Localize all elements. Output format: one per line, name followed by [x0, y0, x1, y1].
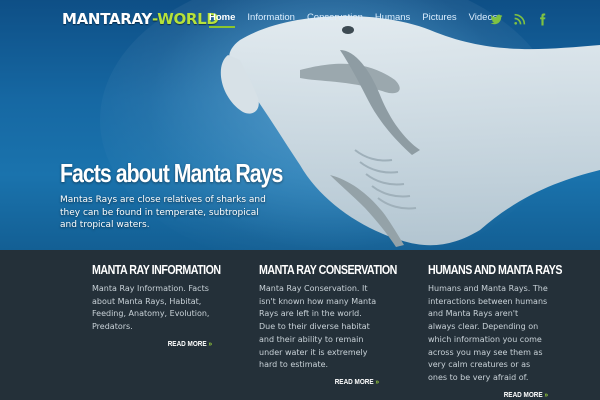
nav-item-humans[interactable]: Humans [375, 12, 410, 28]
read-more-link[interactable]: READ MORE » [277, 377, 379, 386]
hero-description: Mantas Rays are close relatives of shark… [60, 195, 266, 230]
column-heading: MANTA RAY CONSERVATION [259, 262, 397, 277]
social-links [490, 11, 549, 26]
main-nav: Home Information Conservation Humans Pic… [209, 12, 498, 28]
site-logo[interactable]: MANTARAY -WORLD [62, 9, 219, 29]
nav-item-pictures[interactable]: Pictures [422, 12, 456, 28]
nav-item-conservation[interactable]: Conservation [307, 12, 363, 28]
rss-icon[interactable] [513, 11, 526, 25]
double-chevron-icon: » [544, 389, 548, 399]
read-more-link[interactable]: READ MORE » [110, 339, 212, 348]
column-heading: MANTA RAY INFORMATION [92, 262, 221, 277]
read-more-link[interactable]: READ MORE » [446, 390, 548, 399]
read-more-label: READ MORE [503, 389, 543, 399]
feature-columns: MANTA RAY INFORMATION Manta Ray Informat… [0, 250, 600, 400]
double-chevron-icon: » [208, 338, 212, 348]
logo-text-main: MANTARAY [62, 10, 152, 28]
column-heading: HUMANS AND MANTA RAYS [428, 262, 562, 277]
twitter-icon[interactable] [490, 11, 503, 25]
hero-title: Facts about Manta Rays [60, 158, 283, 188]
read-more-label: READ MORE [167, 338, 207, 348]
hero-banner: MANTARAY -WORLD Home Information Conserva… [0, 0, 600, 250]
double-chevron-icon: » [375, 376, 379, 386]
facebook-icon[interactable] [536, 11, 549, 26]
nav-item-information[interactable]: Information [247, 12, 295, 28]
column-humans: HUMANS AND MANTA RAYS Humans and Manta R… [428, 262, 562, 399]
read-more-label: READ MORE [334, 376, 374, 386]
column-text: Humans and Manta Rays. The interactions … [428, 284, 548, 382]
column-text: Manta Ray Information. Facts about Manta… [92, 284, 210, 332]
column-conservation: MANTA RAY CONSERVATION Manta Ray Conserv… [259, 262, 397, 386]
column-text: Manta Ray Conservation. It isn't known h… [259, 284, 377, 370]
nav-item-home[interactable]: Home [209, 12, 236, 28]
column-information: MANTA RAY INFORMATION Manta Ray Informat… [92, 262, 221, 348]
